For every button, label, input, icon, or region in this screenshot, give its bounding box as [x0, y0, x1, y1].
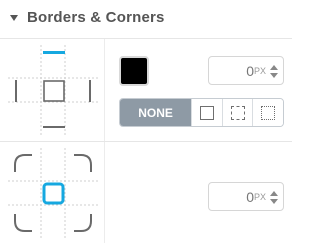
border-top-handle[interactable] — [43, 51, 65, 54]
divider — [104, 39, 105, 141]
corner-top-left-handle[interactable] — [14, 154, 32, 172]
spin-up-icon[interactable] — [270, 191, 278, 196]
border-style-dashed-button[interactable] — [221, 99, 253, 126]
dashed-border-icon — [230, 105, 245, 120]
border-style-solid-button[interactable] — [191, 99, 222, 126]
border-width-input[interactable]: 0 PX — [208, 56, 284, 85]
corners-section: 0 PX — [0, 142, 292, 243]
border-style-dotted-button[interactable] — [252, 99, 283, 126]
border-color-swatch[interactable] — [119, 56, 149, 86]
corner-radius-value: 0 — [246, 189, 254, 205]
borders-section: 0 PX NONE — [0, 39, 292, 142]
spin-up-icon[interactable] — [270, 65, 278, 70]
corner-selector — [8, 148, 98, 238]
corner-bottom-right-handle[interactable] — [74, 214, 92, 232]
spin-down-icon[interactable] — [270, 199, 278, 204]
caret-down-icon[interactable] — [10, 15, 18, 21]
border-side-selector — [8, 45, 98, 135]
border-right-handle[interactable] — [89, 80, 91, 102]
corner-all-center-box[interactable] — [42, 182, 65, 205]
border-left-handle[interactable] — [15, 80, 17, 102]
border-style-group: NONE — [119, 98, 284, 127]
corner-radius-input[interactable]: 0 PX — [208, 182, 284, 211]
spin-down-icon[interactable] — [270, 73, 278, 78]
dotted-border-icon — [261, 105, 276, 120]
section-title: Borders & Corners — [27, 9, 165, 26]
border-bottom-handle[interactable] — [43, 126, 65, 128]
solid-border-icon — [199, 105, 214, 120]
divider — [104, 142, 105, 243]
border-width-value: 0 — [246, 63, 254, 79]
corner-radius-unit: PX — [253, 192, 266, 202]
border-style-none-button[interactable]: NONE — [120, 99, 192, 126]
corner-bottom-left-handle[interactable] — [14, 214, 32, 232]
border-all-center-box[interactable] — [43, 80, 65, 102]
borders-corners-panel: Borders & Corners 0 PX NONE 0 PX — [0, 0, 292, 243]
corner-top-right-handle[interactable] — [74, 154, 92, 172]
border-width-unit: PX — [253, 66, 266, 76]
section-header[interactable]: Borders & Corners — [0, 0, 292, 39]
